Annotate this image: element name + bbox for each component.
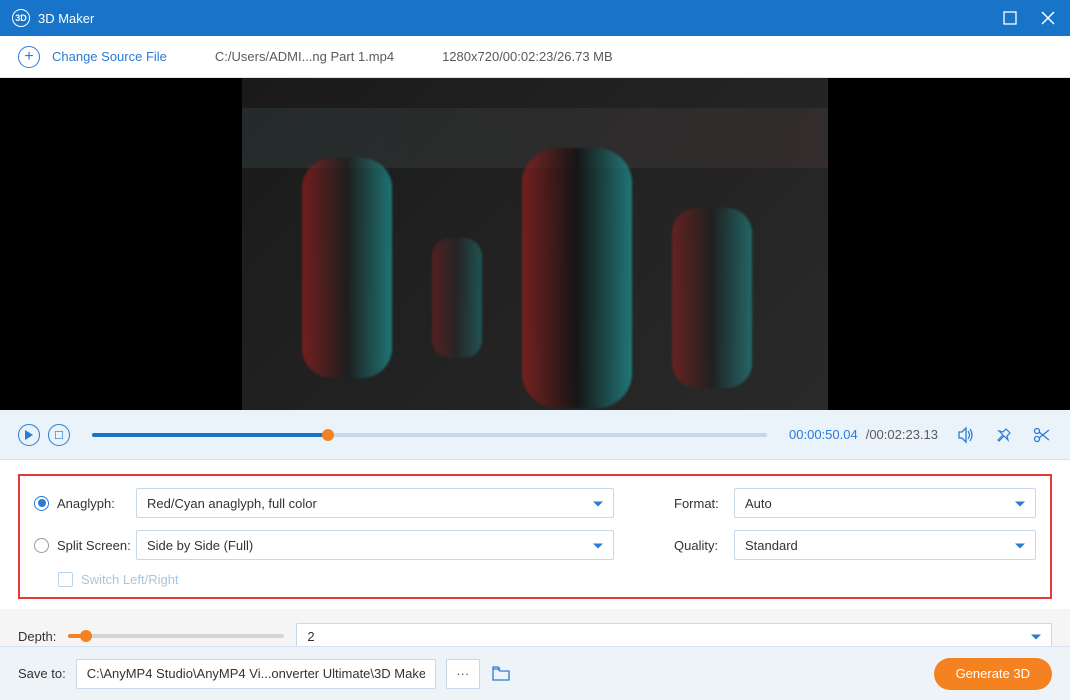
options-highlight: Anaglyph: Red/Cyan anaglyph, full color … (18, 474, 1052, 599)
depth-label: Depth: (18, 629, 56, 644)
preview-frame (242, 78, 828, 410)
open-folder-button[interactable] (490, 663, 512, 685)
time-current: 00:00:50.04 (789, 427, 858, 442)
progress-slider[interactable] (92, 433, 767, 437)
depth-slider[interactable] (68, 634, 284, 638)
split-select[interactable]: Side by Side (Full) (136, 530, 614, 560)
quality-label: Quality: (674, 538, 734, 553)
play-button[interactable] (18, 424, 40, 446)
stop-button[interactable] (48, 424, 70, 446)
file-path: C:/Users/ADMI...ng Part 1.mp4 (215, 49, 394, 64)
anaglyph-label: Anaglyph: (57, 496, 115, 511)
anaglyph-select[interactable]: Red/Cyan anaglyph, full color (136, 488, 614, 518)
switch-label: Switch Left/Right (81, 572, 179, 587)
depth-row: Depth: 2 (0, 609, 1070, 649)
titlebar: 3D 3D Maker (0, 0, 1070, 36)
generate-3d-button[interactable]: Generate 3D (934, 658, 1052, 690)
depth-thumb[interactable] (80, 630, 92, 642)
split-radio[interactable] (34, 538, 49, 553)
footer: Save to: ··· Generate 3D (0, 646, 1070, 700)
save-path-input[interactable] (76, 659, 436, 689)
anaglyph-radio[interactable] (34, 496, 49, 511)
cut-icon[interactable] (1032, 425, 1052, 445)
pin-icon[interactable] (994, 425, 1014, 445)
toolbar: + Change Source File C:/Users/ADMI...ng … (0, 36, 1070, 78)
quality-select[interactable]: Standard (734, 530, 1036, 560)
change-source-label: Change Source File (52, 49, 167, 64)
format-select[interactable]: Auto (734, 488, 1036, 518)
volume-icon[interactable] (956, 425, 976, 445)
save-to-label: Save to: (18, 666, 66, 681)
browse-button[interactable]: ··· (446, 659, 480, 689)
video-preview (0, 78, 1070, 410)
progress-thumb[interactable] (322, 429, 334, 441)
playback-bar: 00:00:50.04/00:02:23.13 (0, 410, 1070, 460)
app-icon: 3D (12, 9, 30, 27)
split-label: Split Screen: (57, 538, 131, 553)
file-info: 1280x720/00:02:23/26.73 MB (442, 49, 613, 64)
change-source-button[interactable]: + Change Source File (18, 46, 167, 68)
settings-panel: Anaglyph: Red/Cyan anaglyph, full color … (0, 460, 1070, 609)
close-button[interactable] (1038, 8, 1058, 28)
switch-checkbox[interactable] (58, 572, 73, 587)
maximize-button[interactable] (1000, 8, 1020, 28)
format-label: Format: (674, 496, 734, 511)
time-total: /00:02:23.13 (866, 427, 938, 442)
window-title: 3D Maker (38, 11, 1000, 26)
plus-icon: + (18, 46, 40, 68)
